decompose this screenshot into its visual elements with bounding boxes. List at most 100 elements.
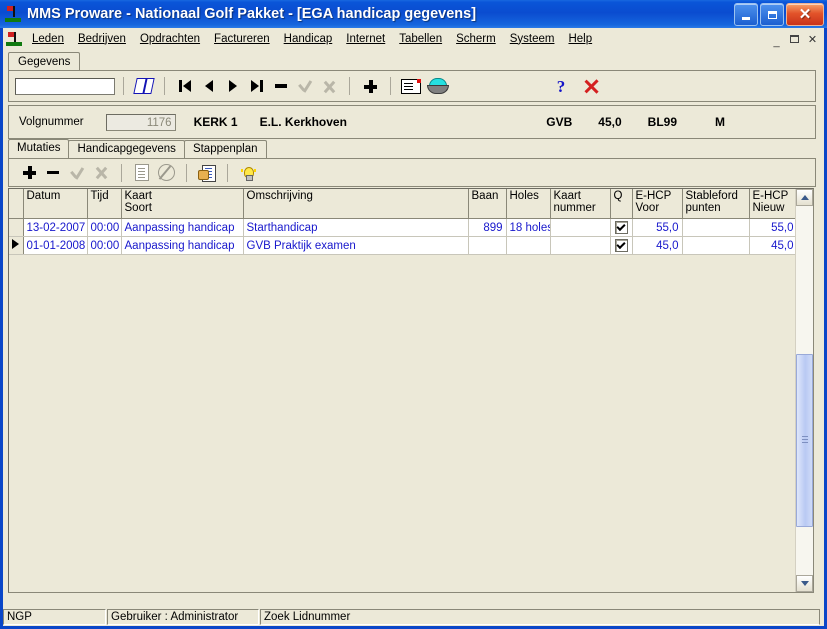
cell-datum[interactable]: 13-02-2007 (23, 218, 88, 237)
print-button[interactable] (195, 162, 219, 184)
add-record-button[interactable] (358, 75, 382, 97)
golf-flag-icon (5, 5, 23, 23)
cell-stableford[interactable] (682, 218, 750, 237)
cell-omschrijving[interactable]: Starthandicap (243, 218, 469, 237)
checkbox-checked-icon[interactable] (614, 239, 628, 252)
cell-tijd[interactable]: 00:00 (87, 218, 122, 237)
tab-handicapgegevens[interactable]: Handicapgegevens (68, 140, 185, 159)
grid-header-ehcp_nieuw[interactable]: E-HCP Nieuw (749, 189, 795, 219)
scrollbar-thumb[interactable] (796, 353, 813, 528)
scroll-down-button[interactable] (796, 575, 813, 592)
volgnummer-field[interactable]: 1176 (105, 113, 176, 131)
menu-item-leden[interactable]: Leden (25, 31, 71, 48)
cell-kaartsoort[interactable]: Aanpassing handicap (121, 236, 244, 255)
mdi-client-area: Gegevens ? Volgnummer 1176 KERK 1 E.L. K… (3, 50, 824, 608)
previous-record-button[interactable] (197, 75, 221, 97)
grid-header-kaartnummer[interactable]: Kaart nummer (550, 189, 611, 219)
detail-tab-strip: Mutaties Handicapgegevens Stappenplan (8, 139, 267, 159)
lookup-book-button[interactable] (132, 75, 156, 97)
menu-item-factureren[interactable]: Factureren (207, 31, 277, 48)
grid-header-omschrijving[interactable]: Omschrijving (243, 189, 469, 219)
grid-header-q[interactable]: Q (610, 189, 633, 219)
menu-bar: Leden Bedrijven Opdrachten Factureren Ha… (3, 28, 824, 50)
delete-row-button[interactable] (41, 162, 65, 184)
cell-kaartsoort[interactable]: Aanpassing handicap (121, 218, 244, 237)
current-row-indicator[interactable] (9, 236, 24, 255)
tab-mutaties-label: Mutaties (17, 142, 61, 154)
last-record-button[interactable] (245, 75, 269, 97)
minimize-button[interactable] (734, 3, 758, 26)
next-record-icon (229, 80, 237, 92)
scroll-up-button[interactable] (796, 189, 813, 206)
delete-record-button[interactable] (269, 75, 293, 97)
cell-baan[interactable]: 899 (468, 218, 507, 237)
mdi-child-controls: _ ✕ (768, 31, 821, 49)
grid-header-holes[interactable]: Holes (506, 189, 551, 219)
tab-mutaties[interactable]: Mutaties (8, 139, 70, 159)
cell-kaartnummer[interactable] (550, 236, 611, 255)
envelope-icon (401, 78, 421, 94)
menu-item-internet[interactable]: Internet (339, 31, 392, 48)
grid-header-ehcp_voor[interactable]: E-HCP Voor (632, 189, 683, 219)
menu-item-opdrachten[interactable]: Opdrachten (133, 31, 207, 48)
toolbar-separator (186, 163, 187, 182)
golf-cap-button[interactable] (423, 75, 451, 97)
window-title: MMS Proware - Nationaal Golf Pakket - [E… (27, 6, 477, 22)
cell-ehcp_voor[interactable]: 45,0 (632, 236, 683, 255)
menu-item-handicap[interactable]: Handicap (277, 31, 340, 48)
cell-ehcp_nieuw[interactable]: 45,0 (749, 236, 795, 255)
menu-item-systeem[interactable]: Systeem (503, 31, 562, 48)
tab-handicapgegevens-label: Handicapgegevens (77, 143, 176, 155)
cell-kaartnummer[interactable] (550, 218, 611, 237)
cell-omschrijving[interactable]: GVB Praktijk examen (243, 236, 469, 255)
menu-item-scherm[interactable]: Scherm (449, 31, 503, 48)
menu-item-bedrijven[interactable]: Bedrijven (71, 31, 133, 48)
next-record-button[interactable] (221, 75, 245, 97)
grid-header-tijd[interactable]: Tijd (87, 189, 122, 219)
cell-ehcp_nieuw[interactable]: 55,0 (749, 218, 795, 237)
tab-gegevens[interactable]: Gegevens (8, 52, 81, 71)
grid-header-stableford[interactable]: Stableford punten (682, 189, 750, 219)
grid-header-datum[interactable]: Datum (23, 189, 88, 219)
cell-q[interactable] (610, 218, 633, 237)
toolbar-separator (349, 77, 350, 95)
gender-value: M (715, 115, 725, 129)
grid-header-kaartsoort[interactable]: Kaart Soort (121, 189, 244, 219)
cell-q[interactable] (610, 236, 633, 255)
tab-stappenplan[interactable]: Stappenplan (183, 140, 267, 159)
grid-vertical-scrollbar[interactable] (795, 189, 813, 592)
help-button[interactable]: ? (549, 75, 573, 97)
cell-tijd[interactable]: 00:00 (87, 236, 122, 255)
menu-item-help[interactable]: Help (561, 31, 599, 48)
table-row[interactable]: 01-01-2008 00:00 Aanpassing handicap GVB Pr… (9, 236, 795, 255)
mdi-close-button[interactable]: ✕ (804, 31, 821, 47)
cancel-x-icon (95, 166, 108, 179)
checkbox-checked-icon[interactable] (614, 221, 628, 234)
scrollbar-grip-icon (802, 436, 808, 444)
card-type: GVB (546, 115, 573, 129)
add-row-button[interactable] (17, 162, 41, 184)
search-input[interactable] (15, 77, 115, 95)
hint-button[interactable] (236, 162, 260, 184)
close-button[interactable]: ✕ (786, 3, 824, 26)
mail-button[interactable] (399, 75, 423, 97)
close-form-button[interactable] (579, 75, 603, 97)
grid-header-baan[interactable]: Baan (468, 189, 507, 219)
table-row[interactable]: 13-02-2007 00:00 Aanpassing handicap Starth… (9, 218, 795, 237)
cell-datum[interactable]: 01-01-2008 (23, 236, 88, 255)
scrollbar-track[interactable] (796, 206, 813, 575)
cell-holes[interactable] (506, 236, 551, 255)
first-record-button[interactable] (173, 75, 197, 97)
mutations-grid: Datum Tijd Kaart Soort Omschrijving Baan Hole… (8, 188, 814, 593)
grid-header: Datum Tijd Kaart Soort Omschrijving Baan Hole… (9, 189, 795, 219)
row-indicator[interactable] (9, 218, 24, 237)
mdi-minimize-button[interactable]: _ (768, 31, 785, 48)
cell-holes[interactable]: 18 holes (506, 218, 551, 237)
maximize-button[interactable] (760, 3, 784, 26)
mdi-restore-button[interactable] (786, 31, 803, 47)
menu-item-tabellen[interactable]: Tabellen (392, 31, 449, 48)
cell-stableford[interactable] (682, 236, 750, 255)
window-controls: ✕ (734, 3, 824, 26)
cell-baan[interactable] (468, 236, 507, 255)
cell-ehcp_voor[interactable]: 55,0 (632, 218, 683, 237)
